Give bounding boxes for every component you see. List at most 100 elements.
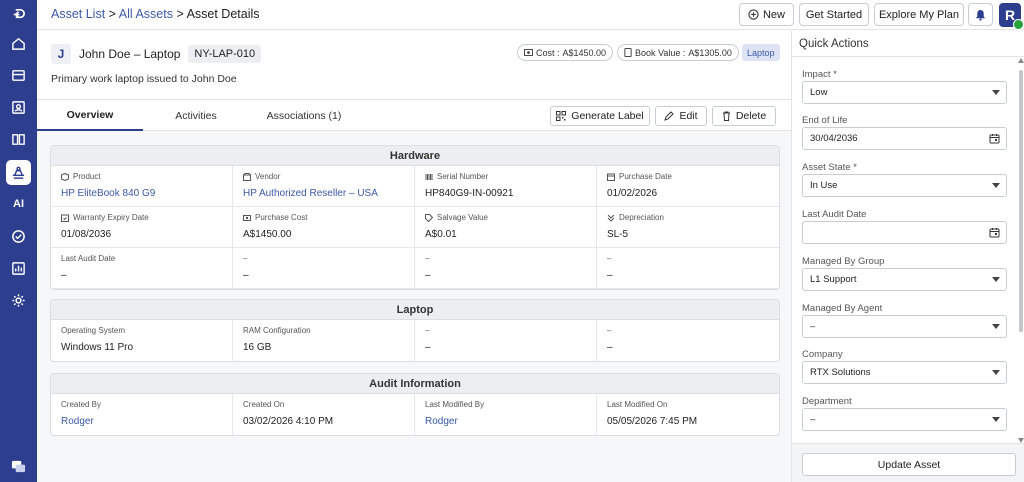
chevron-down-icon — [992, 183, 1000, 188]
managed-by-group-value: L1 Support — [810, 274, 857, 285]
created-by-link[interactable]: Rodger — [61, 416, 222, 427]
tab-overview[interactable]: Overview — [37, 100, 143, 131]
left-nav: AI — [0, 0, 37, 482]
user-avatar[interactable]: R — [999, 3, 1024, 30]
asset-state-select[interactable]: In Use — [802, 174, 1007, 197]
qr-code-icon — [556, 111, 567, 121]
asset-state-value: In Use — [810, 180, 838, 191]
delete-button[interactable]: Delete — [712, 106, 776, 126]
managed-by-agent-select[interactable]: – — [802, 315, 1007, 338]
product-link[interactable]: HP EliteBook 840 G9 — [61, 188, 222, 199]
explore-plan-button[interactable]: Explore My Plan — [874, 3, 964, 26]
department-select[interactable]: – — [802, 408, 1007, 431]
home-icon[interactable] — [6, 31, 31, 56]
chat-icon[interactable] — [6, 454, 31, 479]
settings-icon[interactable] — [6, 288, 31, 313]
hardware-section: Hardware Product HP EliteBook 840 G9 Ven… — [50, 145, 780, 290]
quick-actions-panel: Quick Actions Impact * Low End of Life 3… — [791, 31, 1024, 482]
asset-tag: NY-LAP-010 — [188, 45, 262, 63]
managed-by-group-select[interactable]: L1 Support — [802, 268, 1007, 291]
impact-select[interactable]: Low — [802, 81, 1007, 104]
managed-by-group-label: Managed By Group — [802, 256, 885, 267]
calendar-icon[interactable] — [989, 133, 1000, 144]
section-title: Hardware — [51, 146, 779, 166]
ticket-icon[interactable] — [6, 63, 31, 88]
chevron-down-icon — [992, 417, 1000, 422]
new-button[interactable]: New — [739, 3, 794, 26]
logout-icon[interactable] — [6, 2, 31, 27]
reports-icon[interactable] — [6, 256, 31, 281]
company-label: Company — [802, 349, 843, 360]
assets-icon[interactable] — [6, 160, 31, 185]
depreciation-icon — [607, 214, 615, 222]
breadcrumb-separator: > — [108, 7, 116, 21]
edit-button[interactable]: Edit — [655, 106, 707, 126]
field-value: Windows 11 Pro — [61, 342, 134, 353]
scroll-thumb[interactable] — [1019, 70, 1023, 332]
asset-state-label: Asset State * — [802, 162, 857, 173]
calendar-icon[interactable] — [989, 227, 1000, 238]
section-title: Audit Information — [51, 374, 779, 394]
tab-associations[interactable]: Associations (1) — [249, 100, 359, 131]
tab-activities[interactable]: Activities — [143, 100, 249, 131]
money-icon — [524, 49, 533, 56]
field-product: Product HP EliteBook 840 G9 — [51, 166, 233, 207]
last-audit-date-input[interactable] — [802, 221, 1007, 244]
last-modified-by-link[interactable]: Rodger — [425, 416, 586, 427]
field-value: – — [607, 342, 613, 353]
field-label: Serial Number — [437, 172, 489, 181]
audit-information-section: Audit Information Created By Rodger Crea… — [50, 373, 780, 436]
field-depreciation: Depreciation SL-5 — [597, 207, 779, 248]
breadcrumb-all-assets[interactable]: All Assets — [119, 7, 173, 21]
generate-label-button[interactable]: Generate Label — [550, 106, 650, 126]
field-label: RAM Configuration — [243, 326, 311, 335]
ai-icon[interactable]: AI — [6, 191, 31, 216]
field-created-by: Created By Rodger — [51, 394, 233, 435]
warranty-icon — [61, 214, 69, 222]
get-started-button[interactable]: Get Started — [799, 3, 869, 26]
edit-label: Edit — [679, 110, 698, 122]
quick-actions-scrollbar[interactable] — [1017, 58, 1024, 443]
field-empty: – – — [597, 248, 779, 289]
field-value: – — [607, 270, 613, 281]
managed-by-agent-label: Managed By Agent — [802, 303, 883, 314]
vendor-link[interactable]: HP Authorized Reseller – USA — [243, 188, 404, 199]
field-value: – — [243, 270, 249, 281]
contact-icon[interactable] — [6, 95, 31, 120]
calendar-icon — [607, 173, 615, 181]
cost-badge: Cost : A$1450.00 — [517, 44, 614, 61]
field-label: Vendor — [255, 172, 281, 181]
knowledge-icon[interactable] — [6, 127, 31, 152]
last-audit-date-label: Last Audit Date — [802, 209, 867, 220]
field-label: – — [607, 326, 612, 335]
field-value: SL-5 — [607, 229, 629, 240]
scroll-up-arrow[interactable] — [1018, 58, 1024, 63]
company-select[interactable]: RTX Solutions — [802, 361, 1007, 384]
field-label: – — [425, 326, 430, 335]
asset-title-row: J John Doe – Laptop NY-LAP-010 — [51, 44, 262, 64]
online-status-indicator — [1013, 19, 1024, 30]
laptop-section: Laptop Operating System Windows 11 Pro R… — [50, 299, 780, 362]
barcode-icon — [425, 173, 433, 180]
field-label: Salvage Value — [437, 213, 488, 222]
field-value: HP840G9-IN-00921 — [425, 188, 514, 199]
plus-circle-icon — [748, 9, 759, 20]
field-warranty-expiry: Warranty Expiry Date 01/08/2036 — [51, 207, 233, 248]
explore-plan-label: Explore My Plan — [878, 8, 960, 21]
notifications-button[interactable] — [968, 3, 993, 26]
quick-actions-title: Quick Actions — [799, 38, 869, 50]
breadcrumb-separator: > — [176, 7, 184, 21]
chevron-down-icon — [992, 277, 1000, 282]
box-icon — [61, 172, 69, 181]
breadcrumb-asset-list[interactable]: Asset List — [51, 7, 105, 21]
tasks-icon[interactable] — [6, 224, 31, 249]
cost-label: Cost : — [536, 47, 560, 58]
asset-name: John Doe – Laptop — [79, 47, 181, 61]
update-asset-button[interactable]: Update Asset — [802, 453, 1016, 476]
money-icon — [243, 214, 251, 221]
field-value: 03/02/2026 4:10 PM — [243, 416, 334, 427]
end-of-life-date-input[interactable]: 30/04/2036 — [802, 127, 1007, 150]
impact-label: Impact * — [802, 69, 837, 80]
book-value-label: Book Value : — [635, 47, 686, 58]
get-started-label: Get Started — [805, 8, 863, 21]
